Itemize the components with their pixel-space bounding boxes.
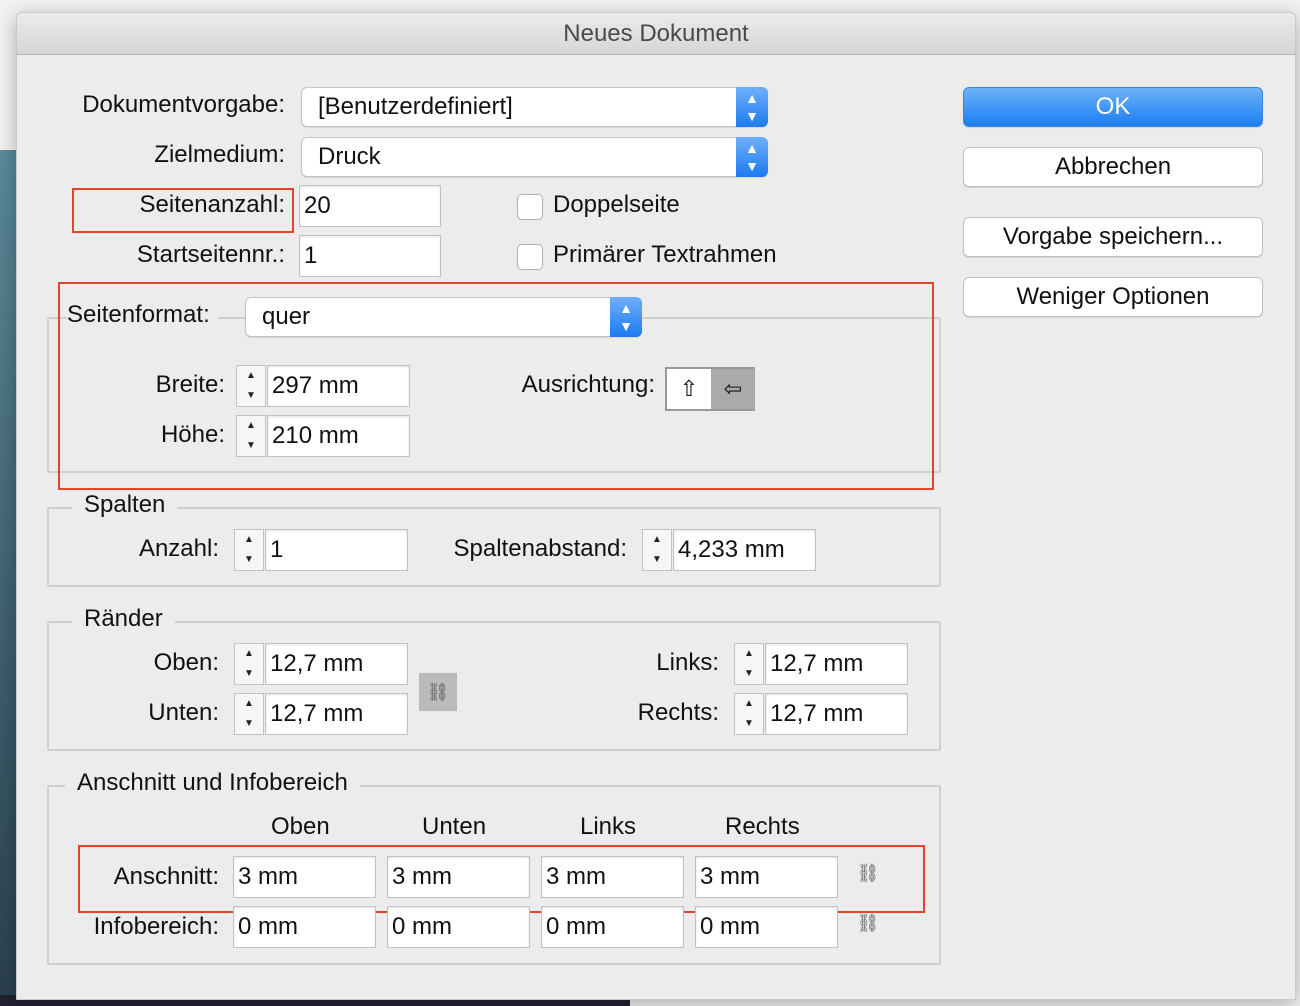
- cancel-button[interactable]: Abbrechen: [963, 147, 1263, 187]
- intent-label: Zielmedium:: [154, 141, 285, 168]
- bleed-link-chain-icon[interactable]: ⛓: [853, 863, 883, 884]
- width-stepper[interactable]: ▲ ▼: [236, 365, 266, 407]
- margin-bottom-label: Unten:: [148, 699, 219, 726]
- intent-value: Druck: [318, 143, 381, 170]
- margin-right-label: Rechts:: [637, 699, 719, 726]
- gutter-label: Spaltenabstand:: [453, 535, 627, 562]
- height-input[interactable]: 210 mm: [267, 415, 410, 457]
- link-chain-icon[interactable]: ⛓: [419, 673, 457, 711]
- width-input[interactable]: 297 mm: [267, 365, 410, 407]
- preset-value: [Benutzerdefiniert]: [318, 93, 513, 120]
- facing-pages-label: Doppelseite: [553, 191, 680, 218]
- col-header-top: Oben: [271, 813, 330, 840]
- save-preset-button[interactable]: Vorgabe speichern...: [963, 217, 1263, 257]
- margin-left-stepper[interactable]: ▲ ▼: [734, 643, 764, 685]
- preset-select[interactable]: [Benutzerdefiniert] ▲ ▼: [301, 87, 768, 127]
- column-count-label: Anzahl:: [138, 535, 219, 562]
- fewer-options-button[interactable]: Weniger Optionen: [963, 277, 1263, 317]
- select-arrows-icon: ▲ ▼: [610, 297, 642, 337]
- select-arrows-icon: ▲ ▼: [736, 87, 768, 127]
- margin-top-stepper[interactable]: ▲ ▼: [234, 643, 264, 685]
- margin-left-input[interactable]: 12,7 mm: [765, 643, 908, 685]
- slug-right-input[interactable]: 0 mm: [695, 906, 838, 948]
- col-header-right: Rechts: [725, 813, 800, 840]
- bleed-bottom-input[interactable]: 3 mm: [387, 856, 530, 898]
- slug-bottom-input[interactable]: 0 mm: [387, 906, 530, 948]
- primary-text-frame-label: Primärer Textrahmen: [553, 241, 777, 268]
- column-count-input[interactable]: 1: [265, 529, 408, 571]
- bleed-label: Anschnitt:: [113, 863, 219, 890]
- gutter-stepper[interactable]: ▲ ▼: [642, 529, 672, 571]
- col-header-left: Links: [580, 813, 637, 840]
- slug-link-chain-icon[interactable]: ⛓: [853, 913, 883, 934]
- ok-button[interactable]: OK: [963, 87, 1263, 127]
- slug-label: Infobereich:: [93, 913, 219, 940]
- select-arrows-icon: ▲ ▼: [736, 137, 768, 177]
- landscape-icon[interactable]: ⇦: [711, 369, 755, 409]
- bleed-slug-title: Anschnitt und Infobereich: [65, 769, 360, 797]
- margin-top-label: Oben:: [153, 649, 219, 676]
- page-size-select[interactable]: quer ▲ ▼: [245, 297, 642, 337]
- pages-label: Seitenanzahl:: [139, 191, 285, 218]
- start-page-label: Startseitennr.:: [136, 241, 285, 268]
- height-stepper[interactable]: ▲ ▼: [236, 415, 266, 457]
- bleed-left-input[interactable]: 3 mm: [541, 856, 684, 898]
- bleed-top-input[interactable]: 3 mm: [233, 856, 376, 898]
- col-header-bottom: Unten: [422, 813, 487, 840]
- primary-text-frame-checkbox[interactable]: [517, 244, 543, 270]
- intent-select[interactable]: Druck ▲ ▼: [301, 137, 768, 177]
- slug-top-input[interactable]: 0 mm: [233, 906, 376, 948]
- margin-right-stepper[interactable]: ▲ ▼: [734, 693, 764, 735]
- new-document-dialog: Neues Dokument Dokumentvorgabe: [Benutze…: [16, 12, 1296, 1000]
- orientation-control: ⇧ ⇦: [665, 367, 755, 411]
- preset-label: Dokumentvorgabe:: [82, 91, 285, 118]
- margin-bottom-stepper[interactable]: ▲ ▼: [234, 693, 264, 735]
- pages-input[interactable]: 20: [299, 185, 441, 227]
- margin-left-label: Links:: [656, 649, 719, 676]
- start-page-input[interactable]: 1: [299, 235, 441, 277]
- slug-left-input[interactable]: 0 mm: [541, 906, 684, 948]
- facing-pages-checkbox[interactable]: [517, 194, 543, 220]
- margin-top-input[interactable]: 12,7 mm: [265, 643, 408, 685]
- margin-bottom-input[interactable]: 12,7 mm: [265, 693, 408, 735]
- margin-right-input[interactable]: 12,7 mm: [765, 693, 908, 735]
- width-label: Breite:: [155, 371, 225, 398]
- column-count-stepper[interactable]: ▲ ▼: [234, 529, 264, 571]
- columns-title: Spalten: [72, 491, 178, 519]
- margins-title: Ränder: [72, 605, 175, 633]
- gutter-input[interactable]: 4,233 mm: [673, 529, 816, 571]
- orientation-label: Ausrichtung:: [521, 371, 655, 398]
- dialog-title: Neues Dokument: [17, 13, 1295, 55]
- page-size-value: quer: [262, 303, 311, 330]
- bleed-right-input[interactable]: 3 mm: [695, 856, 838, 898]
- page-size-label: Seitenformat:: [67, 301, 218, 329]
- portrait-icon[interactable]: ⇧: [667, 369, 711, 409]
- height-label: Höhe:: [160, 421, 225, 448]
